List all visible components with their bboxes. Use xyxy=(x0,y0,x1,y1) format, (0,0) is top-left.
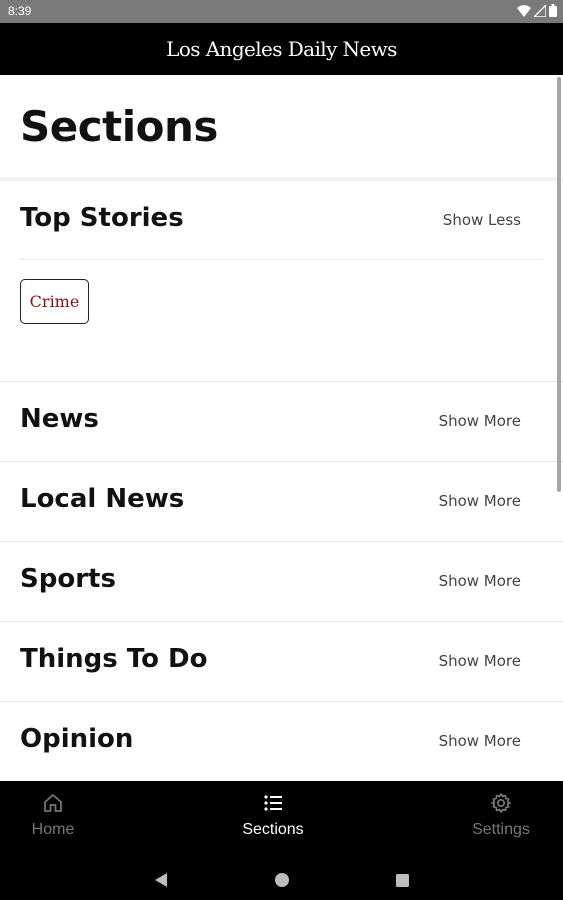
divider xyxy=(20,259,543,260)
back-button[interactable] xyxy=(150,869,172,891)
status-bar: 8:39 xyxy=(0,0,563,23)
home-button[interactable] xyxy=(271,869,293,891)
status-icons xyxy=(517,2,557,21)
section-title: Sports xyxy=(20,564,116,594)
scrollbar[interactable] xyxy=(557,77,561,492)
section-row-things-to-do[interactable]: Things To Do Show More xyxy=(0,621,563,701)
site-logo[interactable]: Los Angeles Daily News xyxy=(166,37,397,61)
nav-settings[interactable]: Settings xyxy=(441,791,561,851)
signal-icon xyxy=(532,2,547,21)
show-more-button[interactable]: Show More xyxy=(439,572,521,590)
section-title: Top Stories xyxy=(20,203,184,233)
show-more-button[interactable]: Show More xyxy=(439,412,521,430)
page-title: Sections xyxy=(20,102,218,151)
nav-sections[interactable]: Sections xyxy=(213,791,333,851)
section-title: Opinion xyxy=(20,724,134,754)
show-less-button[interactable]: Show Less xyxy=(443,211,521,229)
list-icon xyxy=(261,791,285,815)
section-row-news[interactable]: News Show More xyxy=(0,381,563,461)
show-more-button[interactable]: Show More xyxy=(439,732,521,750)
nav-home[interactable]: Home xyxy=(0,791,113,851)
bottom-navigation: Home Sections Settings xyxy=(0,781,563,900)
status-time: 8:39 xyxy=(8,4,32,18)
subsection-chip-crime[interactable]: Crime xyxy=(20,279,89,324)
nav-label: Home xyxy=(31,821,75,838)
section-row-local-news[interactable]: Local News Show More xyxy=(0,461,563,541)
recents-button[interactable] xyxy=(391,869,413,891)
app-header: Los Angeles Daily News xyxy=(0,23,563,75)
section-title: Local News xyxy=(20,484,185,514)
wifi-icon xyxy=(517,2,531,21)
gear-icon xyxy=(489,791,513,815)
section-row-opinion[interactable]: Opinion Show More xyxy=(0,701,563,781)
section-title: News xyxy=(20,404,99,434)
page-title-area: Sections xyxy=(0,75,563,179)
show-more-button[interactable]: Show More xyxy=(439,492,521,510)
home-icon xyxy=(41,791,65,815)
section-row-top-stories[interactable]: Top Stories Show Less xyxy=(0,181,563,259)
nav-label: Settings xyxy=(472,821,530,838)
show-more-button[interactable]: Show More xyxy=(439,652,521,670)
battery-icon xyxy=(549,2,557,21)
section-title: Things To Do xyxy=(20,644,208,674)
nav-label: Sections xyxy=(242,821,304,838)
section-row-sports[interactable]: Sports Show More xyxy=(0,541,563,621)
